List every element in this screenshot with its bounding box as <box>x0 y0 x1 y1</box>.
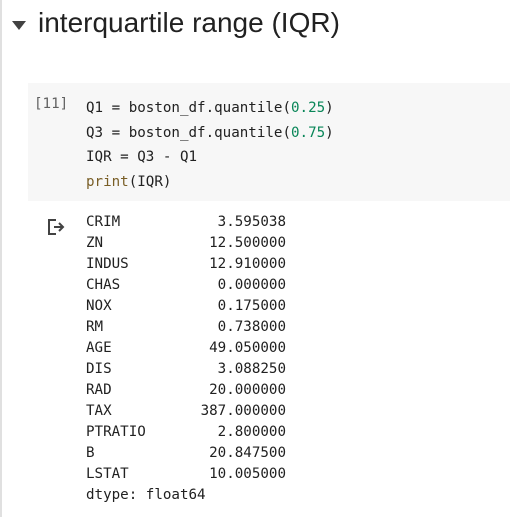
output-row-name: AGE <box>86 340 112 356</box>
output-row-value: 387.000000 <box>200 403 286 419</box>
output-arrow-icon[interactable] <box>46 218 66 236</box>
output-row: INDUS 12.910000 <box>86 254 286 275</box>
output-row: PTRATIO 2.800000 <box>86 422 286 443</box>
output-row: CRIM 3.595038 <box>86 212 286 233</box>
output-row: RAD 20.000000 <box>86 380 286 401</box>
code-line: Q1 = boston_df.quantile(0.25) <box>86 100 334 116</box>
caret-down-icon[interactable] <box>12 21 26 31</box>
cell-left-border <box>0 0 2 517</box>
execution-count: [11] <box>34 96 69 112</box>
output-row: AGE 49.050000 <box>86 338 286 359</box>
output-row-value: 3.595038 <box>217 214 286 230</box>
output-row-value: 49.050000 <box>209 340 286 356</box>
output-row-value: 0.738000 <box>217 319 286 335</box>
output-row-name: TAX <box>86 403 112 419</box>
output-row-name: CRIM <box>86 214 121 230</box>
output-row: LSTAT 10.005000 <box>86 464 286 485</box>
section-heading: interquartile range (IQR) <box>0 0 510 56</box>
output-row-name: ZN <box>86 235 104 251</box>
section-title: interquartile range (IQR) <box>38 7 340 38</box>
output-row: TAX 387.000000 <box>86 401 286 422</box>
output-row-name: NOX <box>86 298 112 314</box>
output-row-name: DIS <box>86 361 112 377</box>
output-row: CHAS 0.000000 <box>86 275 286 296</box>
output-row-name: RAD <box>86 382 112 398</box>
output-row-value: 12.910000 <box>209 256 286 272</box>
output-row-value: 0.175000 <box>217 298 286 314</box>
output-row: ZN 12.500000 <box>86 233 286 254</box>
output-row-name: INDUS <box>86 256 129 272</box>
output-row: RM 0.738000 <box>86 317 286 338</box>
output-row: NOX 0.175000 <box>86 296 286 317</box>
cell-output: CRIM 3.595038 ZN 12.500000 INDUS 12.910000 CHA… <box>86 212 286 506</box>
output-row-value: 3.088250 <box>217 361 286 377</box>
output-row-name: CHAS <box>86 277 121 293</box>
code-line: print(IQR) <box>86 173 172 190</box>
output-row-name: LSTAT <box>86 466 129 482</box>
output-row-value: 0.000000 <box>217 277 286 293</box>
code-line: IQR = Q3 - Q1 <box>86 149 198 165</box>
output-row-name: RM <box>86 319 104 335</box>
code-editor[interactable]: Q1 = boston_df.quantile(0.25) Q3 = bosto… <box>86 96 334 194</box>
output-row-value: 12.500000 <box>209 235 286 251</box>
output-dtype: dtype: float64 <box>86 487 206 503</box>
code-line: Q3 = boston_df.quantile(0.75) <box>86 124 334 141</box>
output-row-value: 2.800000 <box>217 424 286 440</box>
output-row: B 20.847500 <box>86 443 286 464</box>
output-row-value: 10.005000 <box>209 466 286 482</box>
output-row-value: 20.847500 <box>209 445 286 461</box>
output-row-name: B <box>86 445 95 461</box>
output-row-value: 20.000000 <box>209 382 286 398</box>
output-row: DIS 3.088250 <box>86 359 286 380</box>
output-row-name: PTRATIO <box>86 424 146 440</box>
